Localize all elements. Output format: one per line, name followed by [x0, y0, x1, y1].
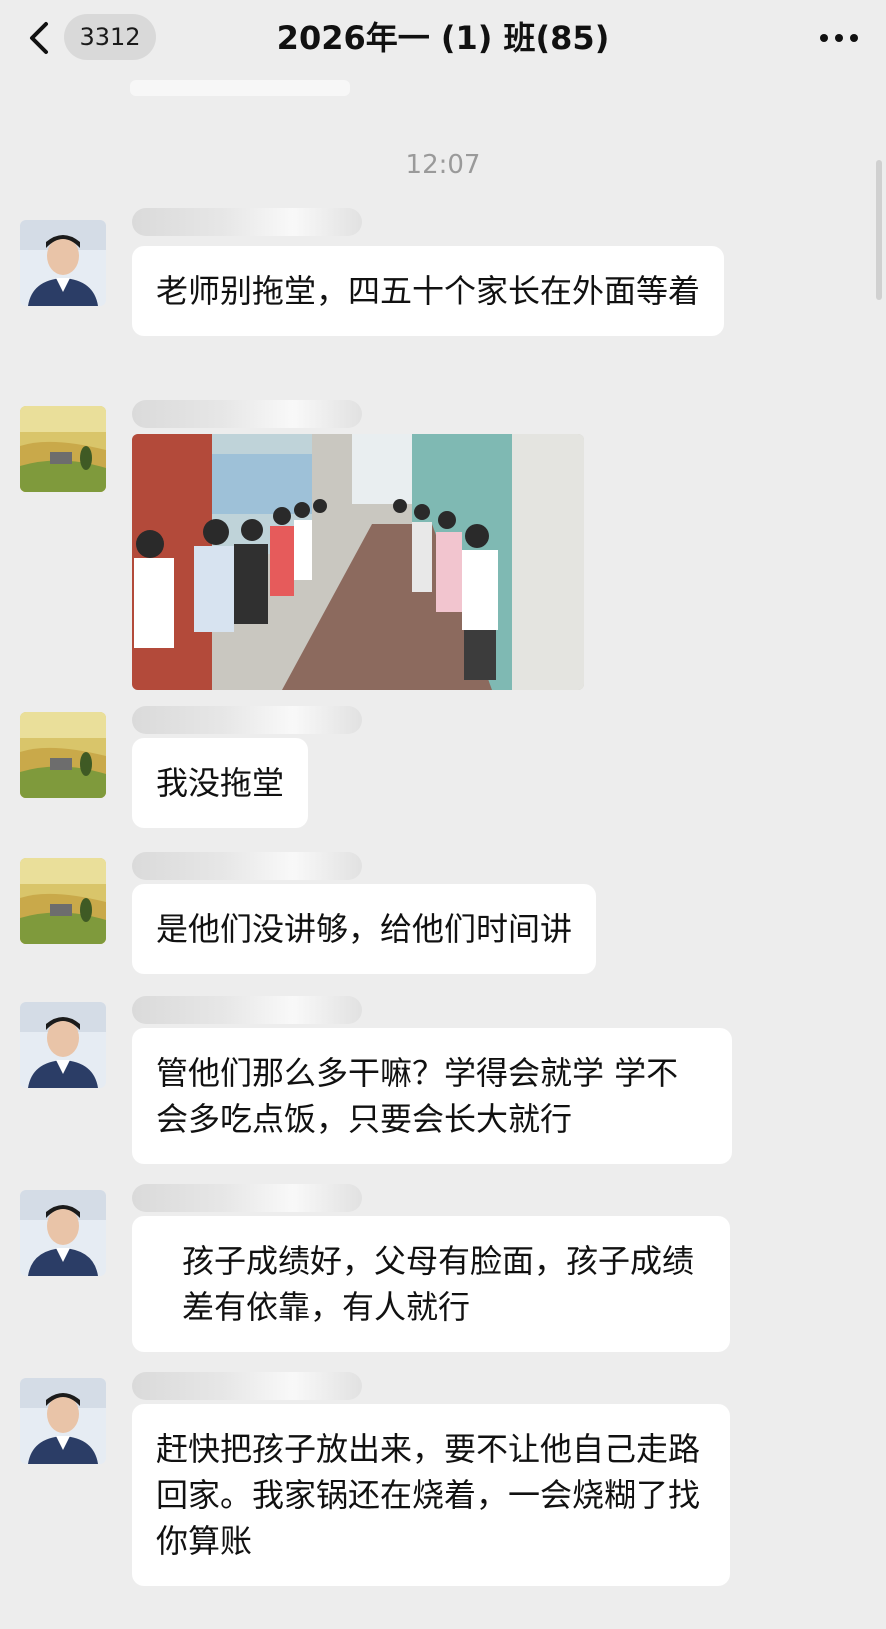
- scrollbar-thumb[interactable]: [876, 160, 882, 300]
- message-item: 管他们那么多干嘛？学得会就学 学不会多吃点饭，只要会长大就行: [0, 996, 886, 1172]
- avatar[interactable]: [20, 1002, 106, 1088]
- message-item: 孩子成绩好，父母有脸面，孩子成绩差有依靠，有人就行: [0, 1184, 886, 1360]
- more-options-icon[interactable]: [816, 20, 862, 56]
- sender-name-redacted: [132, 1184, 362, 1212]
- message-bubble[interactable]: 我没拖堂: [132, 738, 309, 828]
- sender-name-redacted: [132, 208, 362, 236]
- avatar[interactable]: [20, 406, 106, 492]
- chat-title: 2026年一 (1) 班(85): [276, 19, 610, 57]
- avatar[interactable]: [20, 1190, 106, 1276]
- sender-name-redacted: [132, 996, 362, 1024]
- man-avatar-icon: [20, 1190, 106, 1276]
- man-avatar-icon: [20, 1378, 106, 1464]
- sender-name-redacted: [132, 1372, 362, 1400]
- landscape-avatar-icon: [20, 406, 106, 492]
- redaction-smudge: [130, 80, 350, 96]
- man-avatar-icon: [20, 1002, 106, 1088]
- avatar[interactable]: [20, 1378, 106, 1464]
- shared-photo[interactable]: [132, 434, 584, 690]
- sender-name-redacted: [132, 706, 362, 734]
- avatar[interactable]: [20, 858, 106, 944]
- message-item: [0, 400, 886, 690]
- message-item: 赶快把孩子放出来，要不让他自己走路回家。我家锅还在烧着，一会烧糊了找你算账: [0, 1372, 886, 1629]
- message-item: 老师别拖堂，四五十个家长在外面等着: [0, 208, 886, 380]
- landscape-avatar-icon: [20, 858, 106, 944]
- message-bubble[interactable]: 赶快把孩子放出来，要不让他自己走路回家。我家锅还在烧着，一会烧糊了找你算账: [132, 1404, 730, 1586]
- message-bubble[interactable]: 老师别拖堂，四五十个家长在外面等着: [132, 246, 724, 336]
- message-item: 是他们没讲够，给他们时间讲: [0, 852, 886, 978]
- man-avatar-icon: [20, 220, 106, 306]
- sender-name-redacted: [132, 400, 362, 428]
- message-bubble[interactable]: 是他们没讲够，给他们时间讲: [132, 884, 597, 974]
- message-bubble[interactable]: 孩子成绩好，父母有脸面，孩子成绩差有依靠，有人就行: [132, 1216, 730, 1352]
- sender-name-redacted: [132, 852, 362, 880]
- chat-header: 3312 2026年一 (1) 班(85): [0, 0, 886, 80]
- avatar[interactable]: [20, 712, 106, 798]
- avatar[interactable]: [20, 220, 106, 306]
- message-timestamp: 12:07: [405, 150, 481, 180]
- message-item: 我没拖堂: [0, 706, 886, 832]
- message-bubble[interactable]: 管他们那么多干嘛？学得会就学 学不会多吃点饭，只要会长大就行: [132, 1028, 732, 1164]
- children-corridor-photo-icon: [132, 434, 584, 690]
- landscape-avatar-icon: [20, 712, 106, 798]
